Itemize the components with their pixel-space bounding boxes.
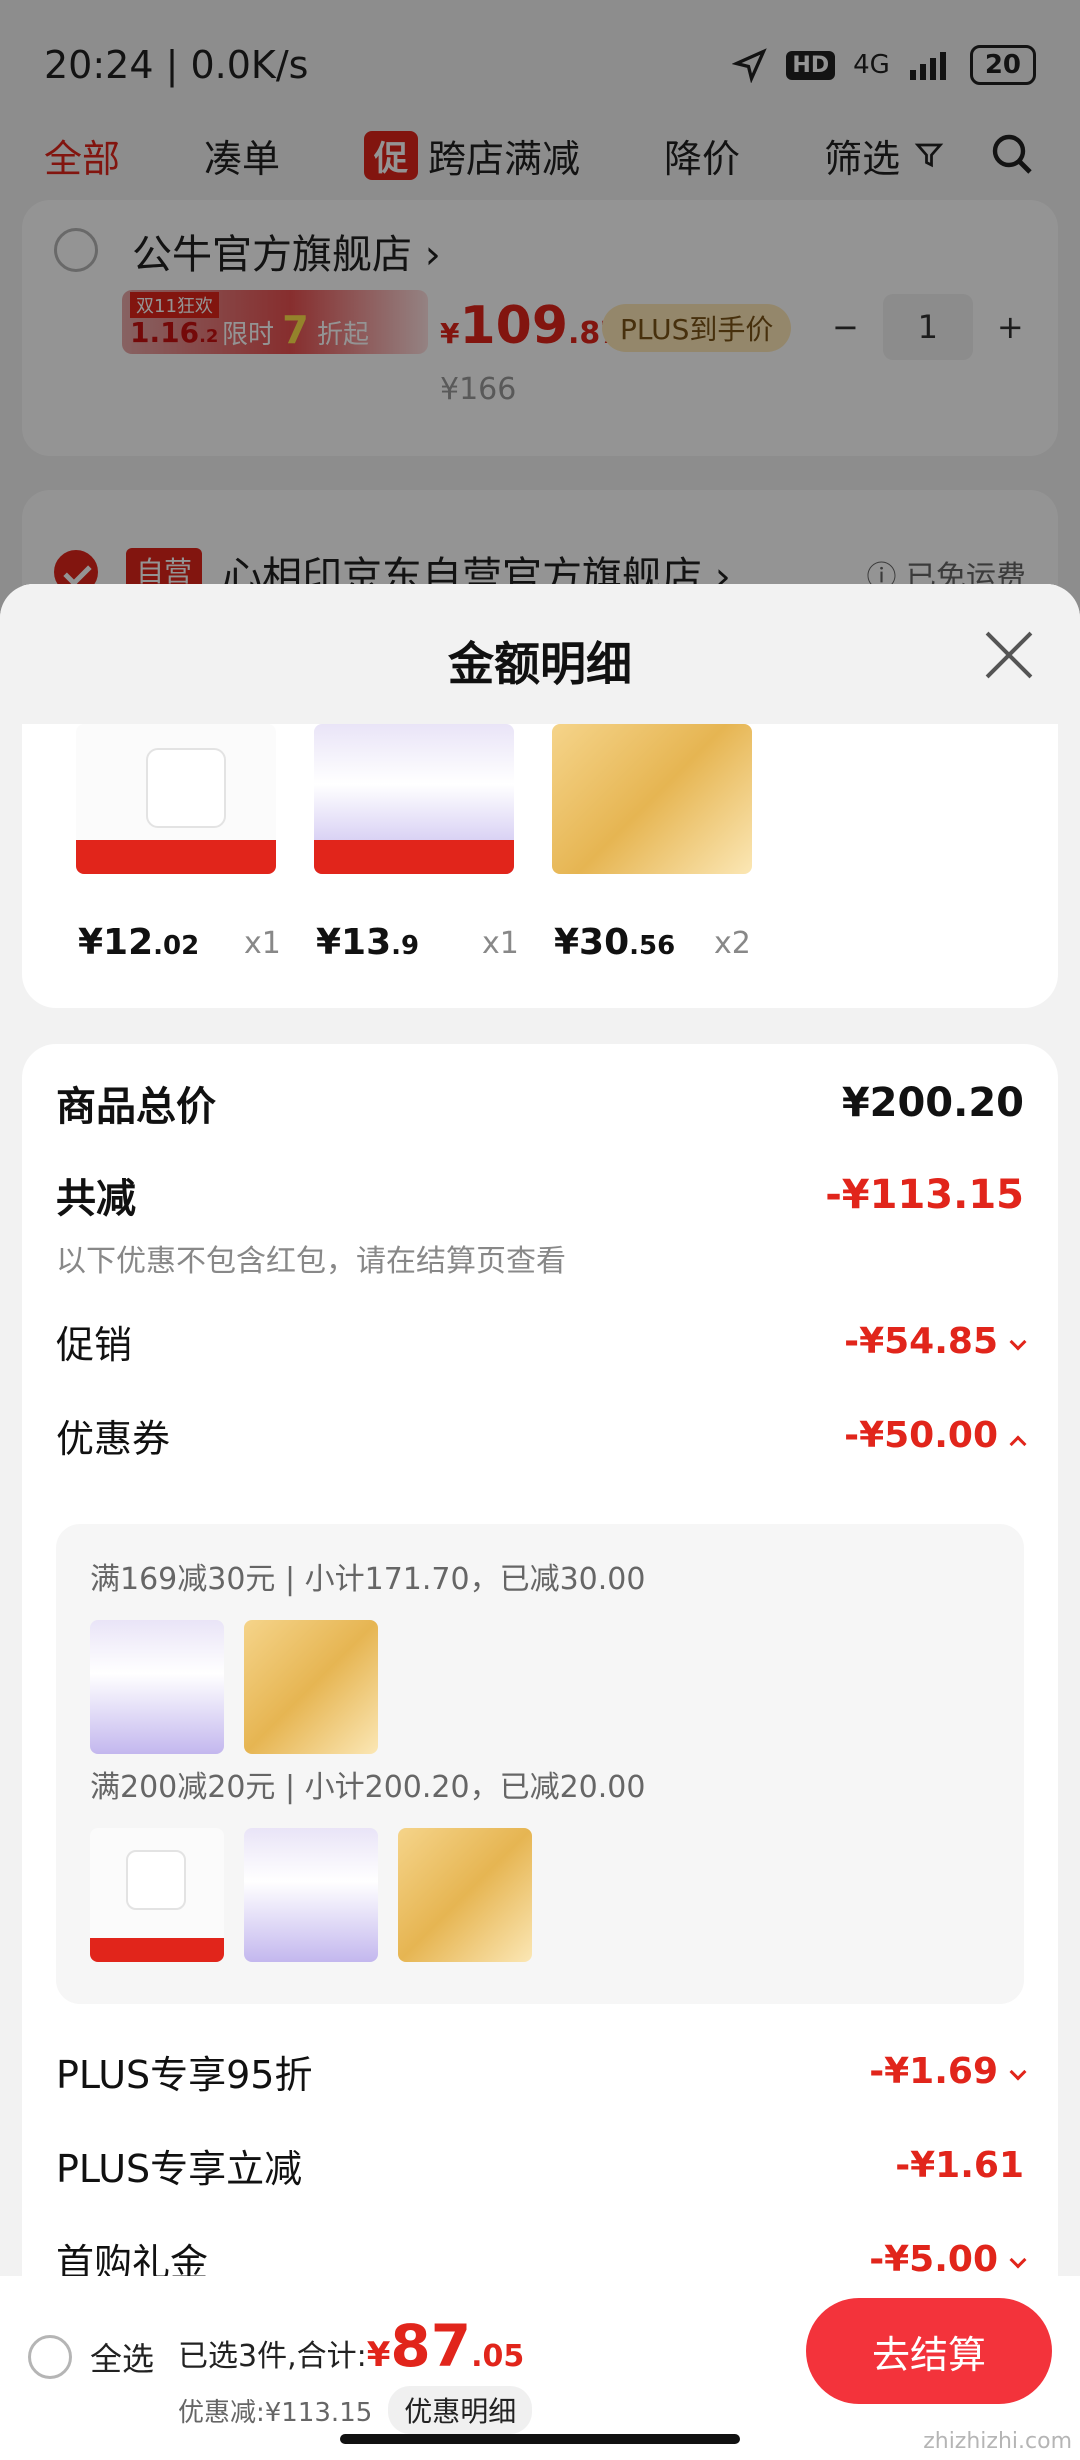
select-all-label: 全选 (90, 2340, 155, 2378)
plus95-label: PLUS专享95折 (56, 2053, 313, 2097)
reduce-note: 以下优惠不包含红包，请在结算页查看 (56, 1244, 566, 1279)
coupon-label: 优惠券 (56, 1417, 171, 1461)
plus95-row[interactable]: PLUS专享95折 -¥1.69 (56, 2044, 1027, 2099)
goods-item[interactable] (314, 724, 514, 874)
goods-price: ¥12.02 (78, 922, 200, 963)
coupon-product-thumbnail[interactable] (90, 1620, 224, 1754)
coupon-value: -¥50.00 (844, 1415, 1027, 1456)
amount-detail-sheet: 金额明细 ¥12.02 x1 ¥13.9 x1 ¥30.56 x2 商品总价 ¥… (0, 584, 1080, 2460)
summary-prefix: 已选3件,合计: (178, 2339, 367, 2374)
plus95-value: -¥1.69 (869, 2051, 1027, 2092)
total-reduce-row: 共减 -¥113.15 (56, 1166, 1024, 1224)
home-indicator[interactable] (340, 2434, 740, 2444)
plus-cut-label: PLUS专享立减 (56, 2147, 303, 2191)
summary-symbol: ¥ (366, 2335, 391, 2375)
product-thumbnail (314, 724, 514, 874)
total-reduce-label: 共减 (56, 1176, 136, 1222)
coupon-product-thumbnail[interactable] (398, 1828, 532, 1962)
watermark: zhizhizhi.com (923, 2429, 1072, 2454)
discount-detail-button[interactable]: 优惠明细 (388, 2386, 533, 2434)
product-thumbnail (76, 724, 276, 874)
sheet-title: 金额明细 (448, 637, 632, 691)
coupon-row[interactable]: 优惠券 -¥50.00 (56, 1408, 1027, 1463)
total-price-value: ¥200.20 (841, 1080, 1024, 1126)
chevron-up-icon (1009, 1435, 1027, 1453)
chevron-down-icon (1009, 2251, 1027, 2269)
goods-item[interactable] (76, 724, 276, 874)
discount-text: 优惠减:¥113.15 (178, 2397, 373, 2428)
checkout-bar: 全选 已选3件,合计: ¥ 87 .05 优惠减:¥113.15 优惠明细 去结… (0, 2276, 1080, 2460)
coupon-detail-box: 满169减30元 | 小计171.70，已减30.00 满200减20元 | 小… (56, 1524, 1024, 2004)
total-reduce-value: -¥113.15 (825, 1172, 1024, 1218)
goods-item[interactable] (552, 724, 752, 874)
coupon-product-thumbnail[interactable] (244, 1828, 378, 1962)
goods-price: ¥30.56 (554, 922, 676, 963)
total-price-row: 商品总价 ¥200.20 (56, 1074, 1024, 1132)
chevron-down-icon (1009, 2063, 1027, 2081)
sheet-header: 金额明细 (0, 584, 1080, 724)
goods-qty: x1 (244, 926, 281, 961)
total-price-label: 商品总价 (56, 1084, 216, 1130)
plus-cut-value: -¥1.61 (895, 2145, 1024, 2186)
close-icon[interactable] (982, 628, 1036, 682)
promo-label: 促销 (56, 1323, 133, 1367)
product-thumbnail (552, 724, 752, 874)
plus-cut-row: PLUS专享立减 -¥1.61 (56, 2138, 1024, 2193)
summary-integer: 87 (390, 2312, 472, 2380)
checkout-button[interactable]: 去结算 (806, 2298, 1052, 2404)
chevron-down-icon (1009, 1333, 1027, 1351)
coupon-line: 满200减20元 | 小计200.20，已减20.00 (90, 1770, 646, 1805)
goods-qty: x1 (482, 926, 519, 961)
goods-price: ¥13.9 (316, 922, 420, 963)
first-gift-value: -¥5.00 (869, 2239, 1027, 2280)
promo-row[interactable]: 促销 -¥54.85 (56, 1314, 1027, 1369)
promo-value: -¥54.85 (844, 1321, 1027, 1362)
coupon-product-thumbnail[interactable] (244, 1620, 378, 1754)
select-all-checkbox[interactable] (28, 2335, 72, 2379)
goods-qty: x2 (714, 926, 751, 961)
price-detail-card: 商品总价 ¥200.20 共减 -¥113.15 以下优惠不包含红包，请在结算页… (22, 1044, 1058, 2460)
coupon-product-thumbnail[interactable] (90, 1828, 224, 1962)
summary-decimal: .05 (471, 2339, 525, 2374)
order-summary: 已选3件,合计: ¥ 87 .05 (178, 2312, 524, 2380)
select-all-toggle[interactable]: 全选 (28, 2334, 154, 2380)
discount-summary: 优惠减:¥113.15 优惠明细 (178, 2386, 533, 2434)
coupon-line: 满169减30元 | 小计171.70，已减30.00 (90, 1562, 646, 1597)
